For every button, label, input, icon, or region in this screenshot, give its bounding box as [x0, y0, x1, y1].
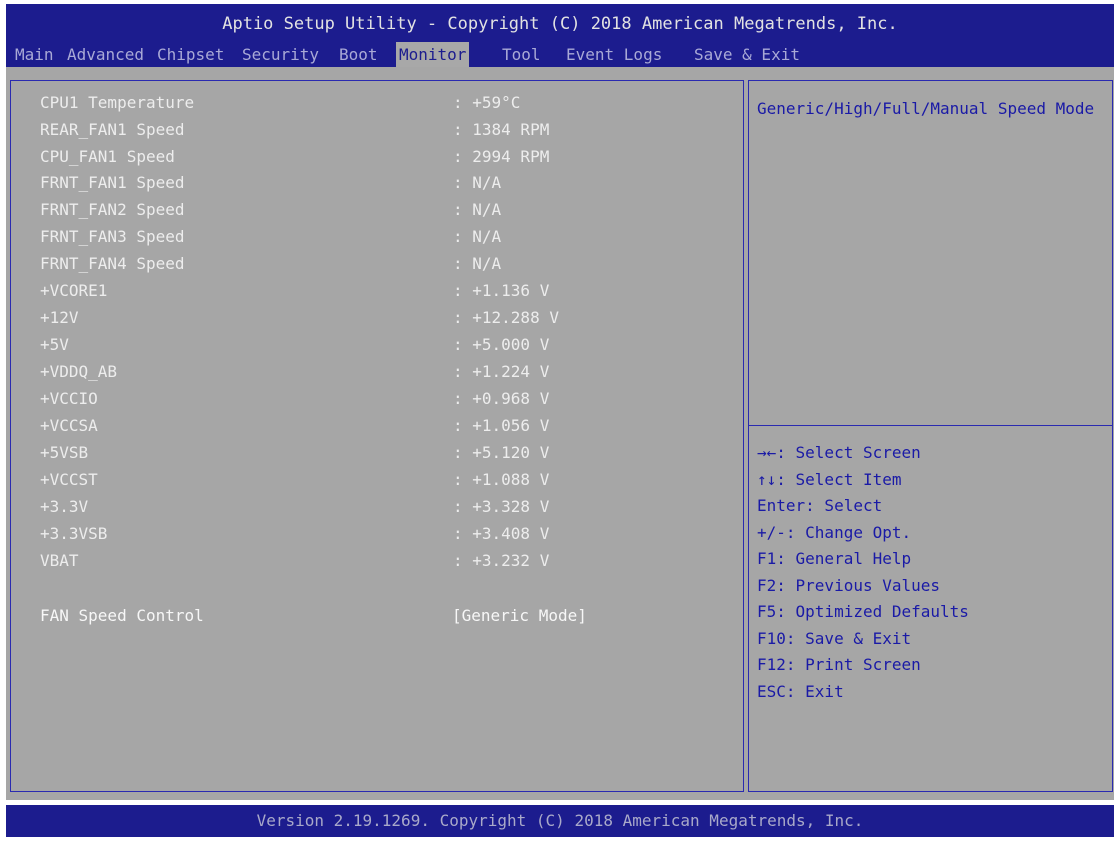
reading-row-3-3v: +3.3V : +3.328 V [40, 497, 740, 523]
tab-bar: Main Advanced Chipset Security Boot Moni… [6, 42, 1114, 67]
key-help-enter: Enter: Select [757, 496, 883, 515]
reading-row-frnt-fan1: FRNT_FAN1 Speed : N/A [40, 173, 740, 199]
key-help-save-exit: F10: Save & Exit [757, 628, 912, 648]
reading-value: : N/A [453, 173, 502, 192]
reading-label: REAR_FAN1 Speed [40, 120, 185, 139]
reading-label: VBAT [40, 551, 79, 570]
tab-event-logs[interactable]: Event Logs [563, 42, 665, 67]
reading-row-vcore1: +VCORE1 : +1.136 V [40, 281, 740, 307]
reading-value: : +3.408 V [453, 524, 550, 543]
tab-monitor[interactable]: Monitor [396, 42, 470, 67]
key-help-print-screen: F12: Print Screen [757, 655, 921, 674]
reading-value: : +1.056 V [453, 416, 550, 435]
help-divider [749, 425, 1112, 426]
reading-label: +3.3VSB [40, 524, 108, 543]
reading-label: CPU_FAN1 Speed [40, 147, 175, 166]
reading-row-frnt-fan4: FRNT_FAN4 Speed : N/A [40, 254, 740, 280]
reading-row-vbat: VBAT : +3.232 V [40, 551, 740, 577]
reading-value: : +0.968 V [453, 389, 550, 408]
reading-row-3-3vsb: +3.3VSB : +3.408 V [40, 524, 740, 550]
reading-row-12v: +12V : +12.288 V [40, 308, 740, 334]
reading-row-cpu1-temperature: CPU1 Temperature : +59°C [40, 93, 740, 119]
reading-label: +12V [40, 308, 79, 327]
reading-label: +5V [40, 335, 69, 354]
reading-value: : 2994 RPM [453, 147, 550, 166]
reading-row-vccst: +VCCST : +1.088 V [40, 470, 740, 496]
reading-row-vddq-ab: +VDDQ_AB : +1.224 V [40, 362, 740, 388]
key-help-change-opt: +/-: Change Opt. [757, 522, 912, 542]
reading-value: : +5.000 V [453, 335, 550, 354]
reading-row-rear-fan1: REAR_FAN1 Speed : 1384 RPM [40, 120, 740, 146]
reading-value: : +1.224 V [453, 362, 550, 381]
reading-value: : +59°C [453, 93, 521, 112]
tab-main[interactable]: Main [12, 42, 57, 67]
reading-value: : +3.232 V [453, 551, 550, 570]
window-title: Aptio Setup Utility - Copyright (C) 2018… [222, 14, 898, 34]
fan-speed-control-item[interactable]: FAN Speed Control [Generic Mode] [40, 606, 740, 632]
fan-speed-control-label: FAN Speed Control [40, 606, 204, 625]
reading-label: FRNT_FAN1 Speed [40, 173, 185, 192]
reading-value: : +5.120 V [453, 443, 550, 462]
key-help-esc-exit: ESC: Exit [757, 681, 844, 701]
reading-row-vccio: +VCCIO : +0.968 V [40, 389, 740, 415]
reading-label: +VDDQ_AB [40, 362, 118, 381]
reading-value: : 1384 RPM [453, 120, 550, 139]
key-help-select-item: ↑↓: Select Item [757, 469, 902, 489]
reading-row-5v: +5V : +5.000 V [40, 335, 740, 361]
tab-tool[interactable]: Tool [499, 42, 544, 67]
tab-save-exit[interactable]: Save & Exit [691, 42, 803, 67]
reading-value: : +12.288 V [453, 308, 559, 327]
tab-boot[interactable]: Boot [336, 42, 381, 67]
reading-value: : +3.328 V [453, 497, 550, 516]
key-help-list: →←: Select Screen ↑↓: Select Item Enter:… [757, 440, 1107, 705]
version-footer: Version 2.19.1269. Copyright (C) 2018 Am… [6, 805, 1114, 837]
reading-row-vccsa: +VCCSA : +1.056 V [40, 416, 740, 442]
reading-row-cpu-fan1: CPU_FAN1 Speed : 2994 RPM [40, 147, 740, 173]
reading-value: : N/A [453, 227, 502, 246]
reading-value: : +1.136 V [453, 281, 550, 300]
fan-speed-control-value[interactable]: [Generic Mode] [452, 606, 587, 625]
reading-row-frnt-fan2: FRNT_FAN2 Speed : N/A [40, 200, 740, 226]
reading-label: +VCCSA [40, 416, 98, 435]
reading-label: +5VSB [40, 443, 89, 462]
reading-label: +VCORE1 [40, 281, 108, 300]
key-help-select-screen: →←: Select Screen [757, 443, 921, 462]
reading-value: : N/A [453, 200, 502, 219]
reading-label: FRNT_FAN3 Speed [40, 227, 185, 246]
reading-label: FRNT_FAN4 Speed [40, 254, 185, 273]
reading-row-frnt-fan3: FRNT_FAN3 Speed : N/A [40, 227, 740, 253]
tab-chipset[interactable]: Chipset [154, 42, 227, 67]
reading-label: +3.3V [40, 497, 89, 516]
bios-screen: Aptio Setup Utility - Copyright (C) 2018… [0, 0, 1120, 842]
header-bar: Aptio Setup Utility - Copyright (C) 2018… [6, 4, 1114, 67]
reading-label: +VCCIO [40, 389, 98, 408]
reading-row-5vsb: +5VSB : +5.120 V [40, 443, 740, 469]
reading-label: CPU1 Temperature [40, 93, 195, 112]
tab-security[interactable]: Security [239, 42, 322, 67]
key-help-previous-values: F2: Previous Values [757, 575, 941, 595]
tab-advanced[interactable]: Advanced [64, 42, 147, 67]
reading-label: FRNT_FAN2 Speed [40, 200, 185, 219]
reading-value: : +1.088 V [453, 470, 550, 489]
help-description: Generic/High/Full/Manual Speed Mode [757, 99, 1095, 118]
reading-label: +VCCST [40, 470, 98, 489]
key-help-optimized-defaults: F5: Optimized Defaults [757, 602, 969, 621]
reading-value: : N/A [453, 254, 502, 273]
key-help-general-help: F1: General Help [757, 549, 912, 568]
